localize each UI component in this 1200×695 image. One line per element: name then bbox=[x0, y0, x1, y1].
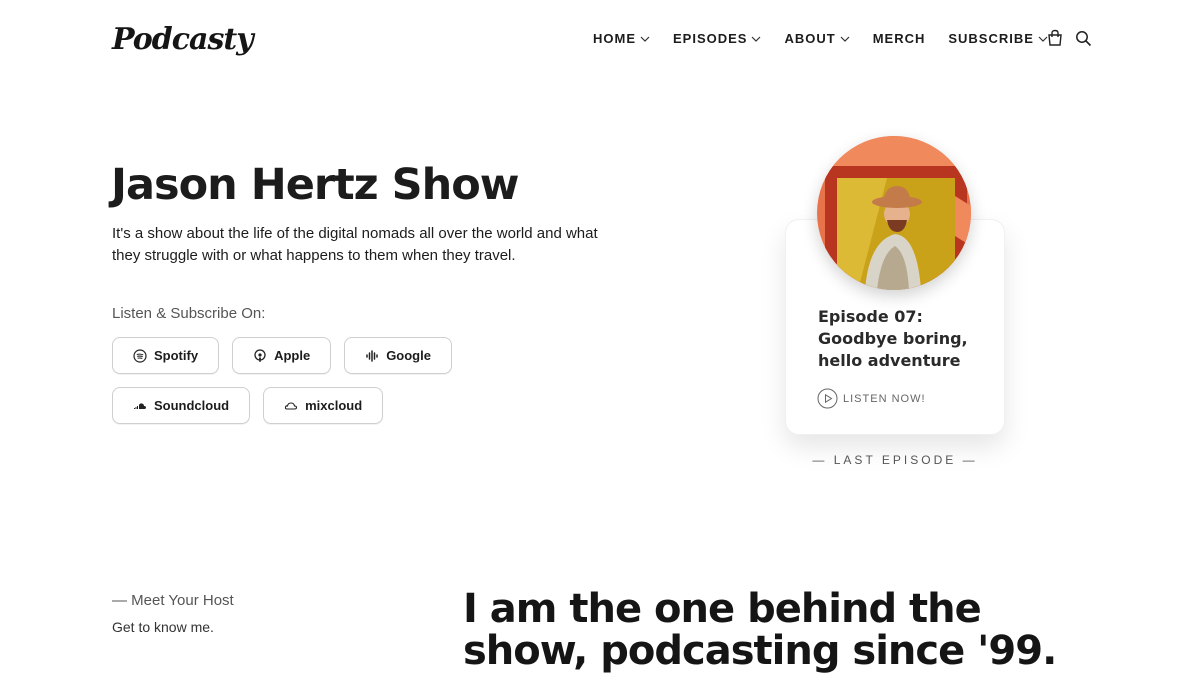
nav-item-label: EPISODES bbox=[673, 31, 748, 46]
page-title: Jason Hertz Show bbox=[111, 160, 519, 210]
listen-now-label: LISTEN NOW! bbox=[843, 392, 926, 405]
listen-subscribe-label: Listen & Subscribe On: bbox=[112, 305, 266, 322]
platform-label: mixcloud bbox=[305, 398, 363, 413]
google-button[interactable]: Google bbox=[344, 337, 452, 374]
google-podcasts-icon bbox=[366, 349, 378, 362]
nav-item-label: ABOUT bbox=[784, 31, 836, 46]
nav-item-subscribe[interactable]: SUBSCRIBE bbox=[948, 31, 1048, 46]
platform-label: Apple bbox=[274, 348, 311, 363]
search-icon[interactable] bbox=[1075, 30, 1092, 52]
listen-now-button[interactable]: LISTEN NOW! bbox=[817, 388, 926, 409]
last-episode-label: — LAST EPISODE — bbox=[812, 453, 978, 467]
soundcloud-icon bbox=[134, 402, 146, 409]
nav-item-label: MERCH bbox=[872, 31, 926, 46]
chevron-down-icon bbox=[640, 36, 650, 42]
shopping-bag-icon[interactable] bbox=[1046, 29, 1064, 52]
nav-item-about[interactable]: ABOUT bbox=[784, 31, 850, 46]
play-icon bbox=[817, 388, 838, 409]
platform-buttons: Spotify Apple Google Soundcloud mixcloud bbox=[112, 337, 602, 437]
host-headline: I am the one behind the show, podcasting… bbox=[463, 586, 1057, 674]
nav-item-home[interactable]: HOME bbox=[593, 31, 650, 46]
episode-title[interactable]: Episode 07: Goodbye boring, hello advent… bbox=[818, 306, 988, 372]
host-subtitle: Get to know me. bbox=[112, 619, 214, 635]
soundcloud-button[interactable]: Soundcloud bbox=[112, 387, 251, 424]
logo[interactable]: Podcasty bbox=[112, 22, 254, 57]
chevron-down-icon bbox=[840, 36, 850, 42]
episode-cover-image[interactable] bbox=[817, 136, 971, 290]
platform-label: Spotify bbox=[154, 348, 199, 363]
mixcloud-icon bbox=[284, 401, 298, 410]
show-description: It's a show about the life of the digita… bbox=[112, 225, 598, 264]
nav-item-merch[interactable]: MERCH bbox=[873, 31, 926, 46]
nav-item-episodes[interactable]: EPISODES bbox=[673, 31, 761, 46]
spotify-button[interactable]: Spotify bbox=[112, 337, 220, 374]
header-icons bbox=[1046, 29, 1103, 52]
main-nav: HOME EPISODES ABOUT MERCH SUBSCRIBE bbox=[593, 31, 1071, 46]
meet-host-kicker: — Meet Your Host bbox=[112, 592, 234, 609]
apple-podcasts-icon bbox=[254, 348, 266, 362]
apple-button[interactable]: Apple bbox=[232, 337, 332, 374]
mixcloud-button[interactable]: mixcloud bbox=[263, 387, 384, 424]
platform-label: Google bbox=[386, 348, 431, 363]
nav-item-label: HOME bbox=[593, 31, 636, 46]
platform-label: Soundcloud bbox=[154, 398, 230, 413]
nav-item-label: SUBSCRIBE bbox=[948, 31, 1034, 46]
spotify-icon bbox=[133, 348, 147, 363]
chevron-down-icon bbox=[752, 36, 761, 42]
